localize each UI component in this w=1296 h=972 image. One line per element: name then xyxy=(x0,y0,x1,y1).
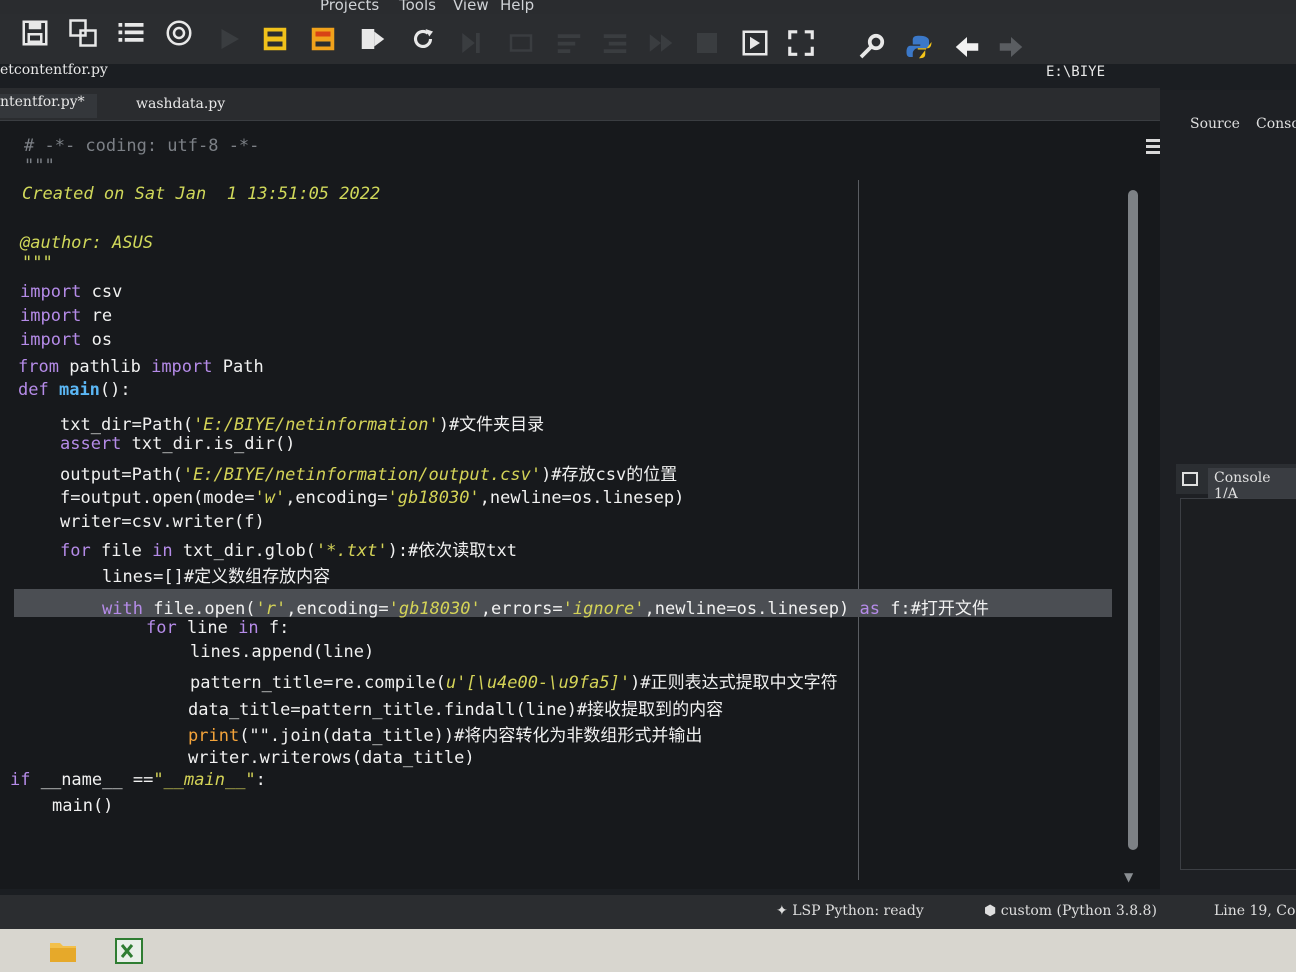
taskbar xyxy=(0,929,1296,972)
step-into-icon[interactable] xyxy=(552,26,586,60)
code-line: Created on Sat Jan 1 13:51:05 2022 xyxy=(22,184,381,204)
code-line: import re xyxy=(20,306,113,326)
menu-view[interactable]: View xyxy=(453,0,489,14)
tab-console[interactable]: Conso xyxy=(1256,116,1296,132)
code-line: for file in txt_dir.glob('*.txt'):#依次读取t… xyxy=(60,541,517,561)
editor-scrollbar[interactable] xyxy=(1128,190,1138,850)
cursor-position: Line 19, Co xyxy=(1214,903,1296,919)
console-window-icon[interactable] xyxy=(1182,472,1198,486)
tab-netcontentfor[interactable]: ntentfor.py* xyxy=(0,94,97,118)
code-line: """ xyxy=(24,156,55,176)
stop-icon[interactable] xyxy=(690,26,724,60)
lsp-status: ✦ LSP Python: ready xyxy=(776,903,924,919)
code-line: print("".join(data_title))#将内容转化为非数组形式并输… xyxy=(188,726,703,746)
scroll-down-icon[interactable]: ▼ xyxy=(1124,870,1133,884)
code-line: lines.append(line) xyxy=(190,642,375,662)
debug-icon[interactable] xyxy=(454,26,488,60)
continue-icon[interactable] xyxy=(644,26,678,60)
code-line: import csv xyxy=(20,282,123,302)
env-status[interactable]: ⬢ custom (Python 3.8.8) xyxy=(984,903,1157,919)
code-line: writer=csv.writer(f) xyxy=(60,512,265,532)
code-line: main() xyxy=(52,796,114,816)
code-line: f=output.open(mode='w',encoding='gb18030… xyxy=(60,488,685,508)
editor-tabs: ntentfor.py* washdata.py xyxy=(0,88,1160,121)
wrench-icon[interactable] xyxy=(854,30,888,64)
code-line: lines=[]#定义数组存放内容 xyxy=(102,567,331,587)
code-line: from pathlib import Path xyxy=(18,357,264,377)
code-line: for line in f: xyxy=(146,618,290,638)
tab-washdata[interactable]: washdata.py xyxy=(124,96,237,120)
code-line: txt_dir=Path('E:/BIYE/netinformation')#文… xyxy=(60,415,545,435)
line-length-guide xyxy=(858,180,859,880)
code-line: with file.open('r',encoding='gb18030',er… xyxy=(102,599,989,619)
run-cell-advance-icon[interactable] xyxy=(306,22,340,56)
status-bar: ✦ LSP Python: ready ⬢ custom (Python 3.8… xyxy=(0,895,1296,929)
code-line: assert txt_dir.is_dir() xyxy=(60,434,296,454)
menu-help[interactable]: Help xyxy=(500,0,534,14)
code-line: pattern_title=re.compile(u'[\u4e00-\u9fa… xyxy=(190,673,838,693)
list-icon[interactable] xyxy=(114,16,148,50)
code-line: def main(): xyxy=(18,380,131,400)
python-icon[interactable] xyxy=(902,30,936,64)
code-line: if __name__ =="__main__": xyxy=(10,770,266,790)
excel-icon[interactable] xyxy=(114,937,144,965)
main-toolbar xyxy=(0,14,1296,64)
menu-projects[interactable]: Projects xyxy=(320,0,379,14)
console-output[interactable] xyxy=(1180,498,1296,870)
code-line: writer.writerows(data_title) xyxy=(188,748,475,768)
rerun-icon[interactable] xyxy=(406,22,440,56)
code-line: # -*- coding: utf-8 -*- xyxy=(24,136,260,156)
code-line: output=Path('E:/BIYE/netinformation/outp… xyxy=(60,465,678,485)
code-line: @author: ASUS xyxy=(20,233,154,253)
code-line: data_title=pattern_title.findall(line)#接… xyxy=(188,700,724,720)
save-all-icon[interactable] xyxy=(66,16,100,50)
save-icon[interactable] xyxy=(18,16,52,50)
step-icon[interactable] xyxy=(504,26,538,60)
run-selection-icon[interactable] xyxy=(356,22,390,56)
run-icon[interactable] xyxy=(212,22,246,56)
menu-tools[interactable]: Tools xyxy=(399,0,436,14)
code-line: """ xyxy=(22,253,53,273)
back-arrow-icon[interactable] xyxy=(950,30,984,64)
tab-source[interactable]: Source xyxy=(1190,116,1240,132)
working-directory[interactable]: E:\BIYE xyxy=(1046,64,1105,80)
forward-arrow-icon[interactable] xyxy=(994,30,1028,64)
run-cell-icon[interactable] xyxy=(258,22,292,56)
maximize-pane-icon[interactable] xyxy=(738,26,772,60)
folder-icon[interactable] xyxy=(48,937,78,965)
code-line: import os xyxy=(20,330,113,350)
step-return-icon[interactable] xyxy=(598,26,632,60)
file-switcher[interactable]: etcontentfor.py xyxy=(0,62,108,78)
fullscreen-icon[interactable] xyxy=(784,26,818,60)
at-icon[interactable] xyxy=(162,16,196,50)
